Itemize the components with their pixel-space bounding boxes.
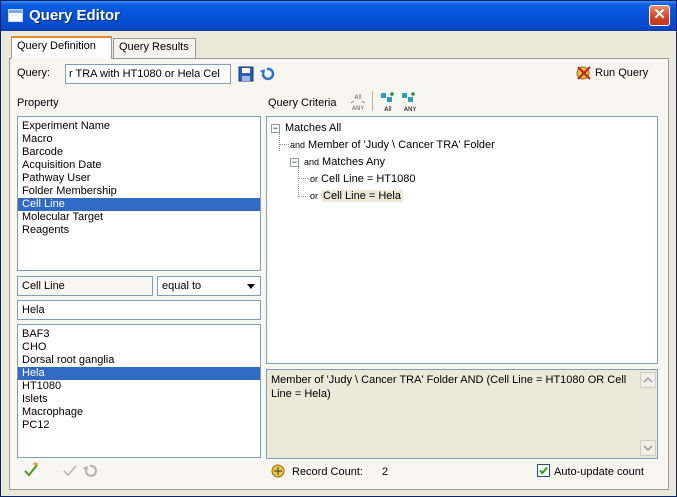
add-criterion-icon[interactable] [23, 462, 41, 480]
list-item[interactable]: Reagents [18, 224, 260, 237]
all-any-all-text: All [354, 94, 362, 101]
close-button[interactable]: ✕ [649, 5, 670, 26]
list-item[interactable]: Folder Membership [18, 185, 260, 198]
record-count-value: 2 [382, 466, 389, 478]
list-item[interactable]: Acquisition Date [18, 159, 260, 172]
or-conjunction: or [310, 191, 319, 201]
list-item[interactable]: PC12 [18, 419, 260, 432]
add-any-group-icon[interactable]: ANY [400, 91, 420, 113]
criteria-tree[interactable]: − Matches All and Member of 'Judy \ Cance… [266, 116, 658, 364]
tab-label: Query Results [119, 41, 189, 53]
chevron-down-icon[interactable] [243, 278, 259, 294]
list-item[interactable]: Macro [18, 133, 260, 146]
record-count-label: Record Count: [292, 466, 363, 478]
tree-node-folder-member[interactable]: and Member of 'Judy \ Cancer TRA' Folder [290, 137, 495, 153]
query-label: Query: [17, 67, 51, 79]
tree-line [298, 167, 299, 197]
and-conjunction: and [290, 140, 306, 150]
query-editor-window: Query Editor ✕ Query Definition Query Re… [0, 0, 677, 497]
toolbar-separator [372, 91, 373, 111]
add-all-text: All [384, 106, 392, 113]
add-all-group-icon[interactable]: All [379, 91, 397, 113]
title-bar[interactable]: Query Editor ✕ [1, 1, 676, 31]
condition-field: Cell Line [17, 276, 153, 296]
window-title: Query Editor [29, 7, 120, 24]
tree-node-matches-any[interactable]: − and Matches Any [290, 154, 385, 170]
list-item[interactable]: Islets [18, 393, 260, 406]
tree-node-label: Matches Any [322, 156, 386, 168]
tree-node-label: Cell Line = HT1080 [321, 173, 416, 185]
collapse-icon[interactable]: − [271, 124, 280, 133]
save-icon[interactable] [237, 65, 255, 83]
run-query-label: Run Query [595, 67, 649, 79]
list-item[interactable]: CHO [18, 341, 260, 354]
query-summary: Member of 'Judy \ Cancer TRA' Folder AND… [266, 369, 658, 459]
tree-node-label: Cell Line = Hela [321, 190, 403, 202]
query-name-input[interactable]: r TRA with HT1080 or Hela Cel [65, 64, 231, 84]
and-conjunction: and [304, 157, 320, 167]
run-query-icon [576, 66, 591, 80]
add-any-text: ANY [404, 106, 417, 113]
list-item[interactable]: BAF3 [18, 328, 260, 341]
tab-query-results[interactable]: Query Results [113, 38, 196, 58]
list-item[interactable]: Cell Line [18, 198, 260, 211]
tree-node-label: Matches All [285, 122, 342, 134]
run-query-button[interactable]: Run Query [573, 64, 661, 84]
or-conjunction: or [310, 174, 319, 184]
revert-icon[interactable] [81, 462, 99, 480]
all-any-any-text: ANY [352, 105, 365, 112]
chevron-down-icon [643, 445, 653, 452]
operator-value: equal to [162, 280, 202, 292]
scroll-up-button[interactable] [640, 372, 656, 388]
scroll-down-button[interactable] [640, 440, 656, 456]
list-item[interactable]: Barcode [18, 146, 260, 159]
tree-line [298, 196, 308, 197]
tree-node-matches-all[interactable]: − Matches All [271, 120, 341, 136]
auto-update-label[interactable]: Auto-update count [554, 466, 644, 478]
close-icon: ✕ [653, 6, 666, 23]
value-input[interactable]: Hela [17, 300, 261, 320]
tab-label: Query Definition [17, 40, 96, 52]
list-item[interactable]: Hela [18, 367, 260, 380]
window-icon [8, 9, 23, 22]
list-item[interactable]: HT1080 [18, 380, 260, 393]
undo-icon[interactable] [258, 65, 276, 83]
value-list[interactable]: BAF3 CHO Dorsal root ganglia Hela HT1080… [17, 324, 261, 458]
tree-line [298, 178, 308, 179]
list-item[interactable]: Molecular Target [18, 211, 260, 224]
query-summary-text: Member of 'Judy \ Cancer TRA' Folder AND… [271, 374, 627, 400]
list-item[interactable]: Macrophage [18, 406, 260, 419]
tab-query-definition[interactable]: Query Definition [11, 36, 112, 59]
tree-node-label: Member of 'Judy \ Cancer TRA' Folder [308, 139, 495, 151]
chevron-up-icon [643, 376, 653, 383]
collapse-icon[interactable]: − [290, 158, 299, 167]
toggle-all-any-icon[interactable]: All ANY [348, 91, 368, 112]
operator-select[interactable]: equal to [157, 276, 261, 296]
property-header: Property [17, 97, 59, 109]
query-criteria-header: Query Criteria [268, 97, 337, 109]
tree-node-cell-line-ht1080[interactable]: or Cell Line = HT1080 [310, 171, 416, 187]
apply-check-icon[interactable] [61, 462, 79, 480]
list-item[interactable]: Pathway User [18, 172, 260, 185]
list-item[interactable]: Dorsal root ganglia [18, 354, 260, 367]
record-count-icon[interactable] [269, 462, 287, 480]
checkmark-icon [539, 466, 548, 475]
tree-line [279, 144, 289, 145]
auto-update-checkbox[interactable] [537, 464, 550, 477]
tree-node-cell-line-hela[interactable]: or Cell Line = Hela [310, 188, 403, 204]
list-item[interactable]: Experiment Name [18, 120, 260, 133]
property-list[interactable]: Experiment Name Macro Barcode Acquisitio… [17, 116, 261, 271]
